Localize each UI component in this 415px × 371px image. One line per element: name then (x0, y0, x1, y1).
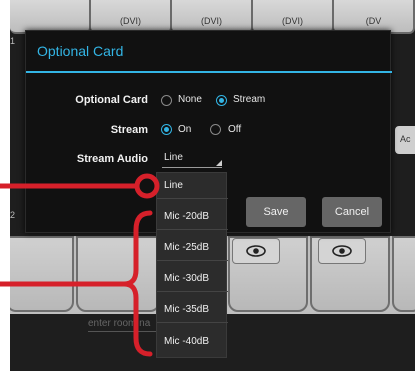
cancel-button[interactable]: Cancel (322, 197, 382, 227)
side-action-button[interactable]: Ac (395, 126, 415, 154)
eye-icon (332, 245, 352, 257)
output-tile[interactable] (392, 236, 415, 312)
source-tile[interactable]: (DVI) (91, 0, 172, 34)
radio-off[interactable] (210, 124, 221, 135)
menu-item-line[interactable]: Line (157, 173, 228, 199)
eye-icon (246, 245, 266, 257)
stream-audio-label: Stream Audio (76, 153, 148, 165)
preview-button[interactable] (232, 238, 280, 264)
menu-item-mic-35db[interactable]: Mic -35dB (157, 297, 228, 323)
dialog-title: Optional Card (37, 43, 124, 59)
tile-label: (DVI) (201, 16, 222, 26)
source-tile-row: (DVI) (DVI) (DVI) (DV (10, 0, 415, 34)
row-number: 2 (10, 210, 16, 220)
menu-item-mic-40db[interactable]: Mic -40dB (157, 328, 228, 354)
output-tile[interactable] (76, 236, 160, 312)
stream-audio-value: Line (164, 152, 183, 163)
source-tile[interactable] (10, 0, 91, 34)
tile-label: (DVI) (120, 16, 141, 26)
stream-audio-select[interactable]: Line (162, 152, 222, 168)
radio-off-label[interactable]: Off (228, 124, 241, 135)
menu-item-mic-20db[interactable]: Mic -20dB (157, 204, 228, 230)
output-tile[interactable] (10, 236, 74, 312)
source-tile[interactable]: (DVI) (172, 0, 253, 34)
stream-audio-menu: Line Mic -20dB Mic -25dB Mic -30dB Mic -… (156, 172, 228, 358)
optional-card-label: Optional Card (75, 94, 148, 106)
save-button[interactable]: Save (246, 197, 306, 227)
radio-stream-label[interactable]: Stream (233, 94, 265, 105)
title-divider (26, 71, 392, 73)
dropdown-arrow-icon (216, 160, 222, 166)
preview-button[interactable] (318, 238, 366, 264)
tile-label: (DVI) (282, 16, 303, 26)
source-tile[interactable]: (DVI) (253, 0, 334, 34)
radio-stream[interactable] (216, 95, 227, 106)
menu-item-mic-30db[interactable]: Mic -30dB (157, 266, 228, 292)
source-tile[interactable]: (DV (334, 0, 415, 34)
radio-on[interactable] (161, 124, 172, 135)
radio-none[interactable] (161, 95, 172, 106)
radio-none-label[interactable]: None (178, 94, 202, 105)
radio-on-label[interactable]: On (178, 124, 191, 135)
row-number: 1 (10, 36, 16, 46)
stream-label: Stream (110, 124, 148, 136)
tile-label: (DV (365, 16, 382, 26)
menu-item-mic-25db[interactable]: Mic -25dB (157, 235, 228, 261)
